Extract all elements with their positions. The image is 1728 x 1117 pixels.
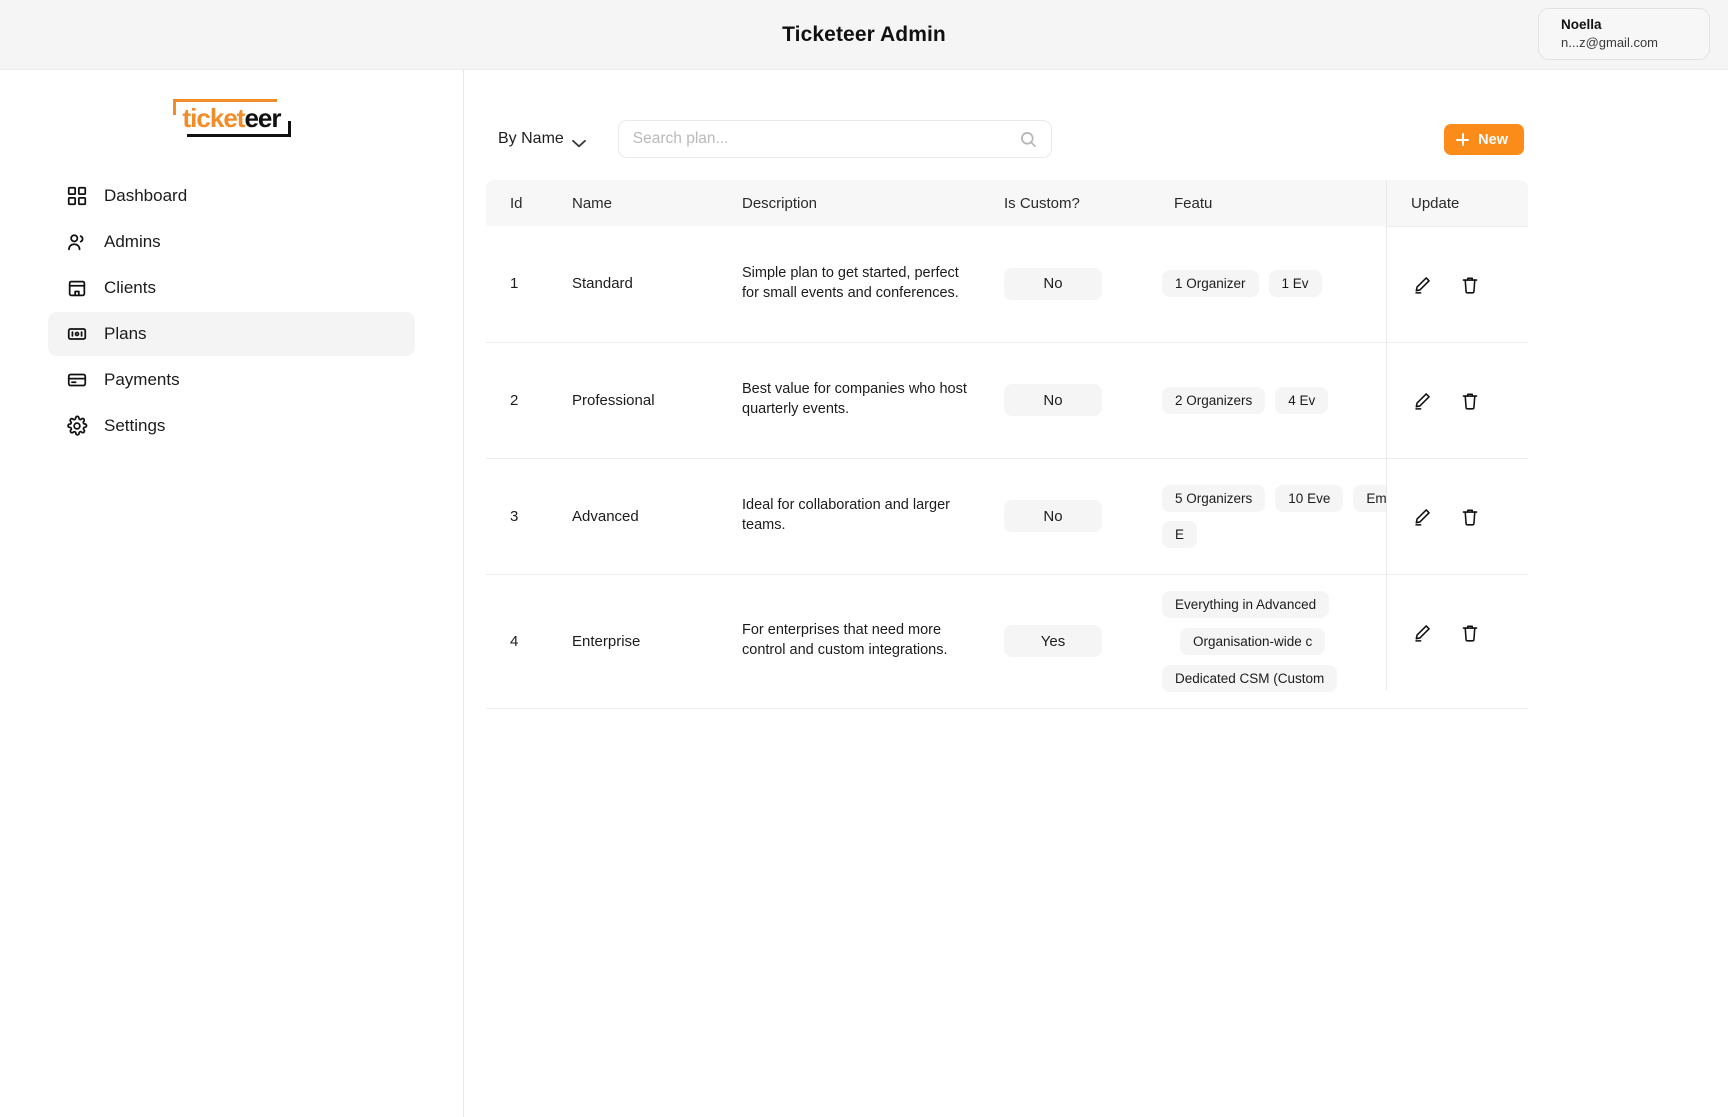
table-bottom-divider xyxy=(486,707,1528,709)
sort-by-dropdown[interactable]: By Name xyxy=(494,124,596,154)
sidebar: ticketeer Dashboard Admins Clients Plans… xyxy=(0,70,464,1117)
app-title: Ticketeer Admin xyxy=(782,22,946,46)
cell-description: Ideal for collaboration and larger teams… xyxy=(718,457,980,574)
cell-is-custom: No xyxy=(980,457,1150,574)
ticketeer-logo: ticketeer xyxy=(172,98,291,138)
table-head: Id Name Description Is Custom? Featu xyxy=(486,180,1528,226)
search-box[interactable] xyxy=(617,120,1052,158)
delete-icon[interactable] xyxy=(1459,274,1481,296)
cell-id: 1 xyxy=(510,275,519,293)
sidebar-item-dashboard[interactable]: Dashboard xyxy=(48,174,415,218)
col-header-name: Name xyxy=(548,180,718,226)
feature-tag: Everything in Advanced xyxy=(1162,590,1330,618)
col-header-id: Id xyxy=(486,180,548,226)
new-button[interactable]: New xyxy=(1444,124,1524,155)
update-column: Update xyxy=(1386,180,1528,690)
cell-name: Standard xyxy=(572,275,633,293)
ticket-icon xyxy=(66,323,88,345)
table-row[interactable]: 2 Professional Best value for companies … xyxy=(486,341,1528,458)
edit-icon[interactable] xyxy=(1411,506,1433,528)
sidebar-nav: Dashboard Admins Clients Plans Payments … xyxy=(0,174,463,448)
sidebar-item-settings[interactable]: Settings xyxy=(48,404,415,448)
plans-table: Id Name Description Is Custom? Featu 1 S… xyxy=(486,180,1528,708)
delete-icon[interactable] xyxy=(1459,622,1481,644)
sidebar-item-clients[interactable]: Clients xyxy=(48,266,415,310)
main-content: By Name New xyxy=(464,70,1728,1117)
new-button-label: New xyxy=(1478,131,1508,148)
edit-icon[interactable] xyxy=(1411,622,1433,644)
sidebar-item-label: Settings xyxy=(104,416,166,435)
account-name: Noella xyxy=(1561,17,1602,32)
delete-icon[interactable] xyxy=(1459,390,1481,412)
cell-name: Enterprise xyxy=(548,573,718,708)
top-bar: Ticketeer Admin Noella n...z@gmail.com xyxy=(0,0,1728,70)
card-icon xyxy=(66,369,88,391)
feature-tag: 1 Organizer xyxy=(1162,270,1259,298)
cell-description: For enterprises that need more control a… xyxy=(718,573,980,708)
sidebar-item-label: Plans xyxy=(104,324,147,343)
cell-id: 2 xyxy=(486,341,548,458)
chevron-down-icon xyxy=(571,135,586,147)
cell-is-custom: Yes xyxy=(980,573,1150,708)
search-input[interactable] xyxy=(632,130,1020,148)
account-email: n...z@gmail.com xyxy=(1561,35,1658,50)
toolbar: By Name New xyxy=(464,70,1728,158)
cell-id: 3 xyxy=(486,457,548,574)
col-header-update: Update xyxy=(1387,180,1528,226)
delete-icon[interactable] xyxy=(1459,506,1481,528)
page-shell: ticketeer Dashboard Admins Clients Plans… xyxy=(0,70,1728,1117)
row-actions xyxy=(1387,342,1528,458)
sidebar-item-label: Clients xyxy=(104,278,156,297)
table-row[interactable]: 1 Standard Simple plan to get started, p… xyxy=(486,226,1528,342)
grid-icon xyxy=(66,185,88,207)
col-header-is-custom: Is Custom? xyxy=(980,180,1150,226)
feature-tag: Organisation-wide c xyxy=(1180,627,1326,655)
plans-table-wrap: Id Name Description Is Custom? Featu 1 S… xyxy=(486,180,1528,708)
building-icon xyxy=(66,277,88,299)
feature-tag: E xyxy=(1162,520,1198,548)
logo-bracket-bottom xyxy=(186,121,291,137)
feature-tag: 1 Ev xyxy=(1268,270,1322,298)
table-row[interactable]: 3 Advanced Ideal for collaboration and l… xyxy=(486,457,1528,574)
col-header-description: Description xyxy=(718,180,980,226)
feature-tag: 2 Organizers xyxy=(1162,386,1266,414)
table-body: 1 Standard Simple plan to get started, p… xyxy=(486,226,1528,708)
sidebar-item-plans[interactable]: Plans xyxy=(48,312,415,356)
row-actions xyxy=(1387,574,1528,690)
is-custom-badge: No xyxy=(1004,267,1102,300)
edit-icon[interactable] xyxy=(1411,274,1433,296)
is-custom-badge: Yes xyxy=(1004,625,1102,657)
cell-name: Advanced xyxy=(548,457,718,574)
plus-icon xyxy=(1456,133,1470,146)
feature-tag: 10 Eve xyxy=(1275,484,1344,512)
is-custom-badge: No xyxy=(1004,500,1102,532)
cell-is-custom: No xyxy=(980,341,1150,458)
table-header-row: Id Name Description Is Custom? Featu xyxy=(486,180,1528,226)
users-icon xyxy=(66,231,88,253)
search-icon xyxy=(1020,131,1037,148)
feature-tag: Dedicated CSM (Custom xyxy=(1162,664,1338,692)
is-custom-badge: No xyxy=(1004,384,1102,416)
sidebar-item-payments[interactable]: Payments xyxy=(48,358,415,402)
row-actions xyxy=(1387,458,1528,574)
sort-by-label: By Name xyxy=(498,130,564,147)
sidebar-item-label: Admins xyxy=(104,232,161,251)
table-row[interactable]: 4 Enterprise For enterprises that need m… xyxy=(486,573,1528,708)
cell-description: Simple plan to get started, perfect for … xyxy=(742,265,959,301)
feature-tag: 5 Organizers xyxy=(1162,484,1266,512)
cell-id: 4 xyxy=(486,573,548,708)
cell-name: Professional xyxy=(548,341,718,458)
sidebar-item-label: Dashboard xyxy=(104,186,188,205)
sidebar-item-admins[interactable]: Admins xyxy=(48,220,415,264)
logo-bracket-top xyxy=(172,99,277,115)
gear-icon xyxy=(66,415,88,437)
logo-wrap: ticketeer xyxy=(0,98,463,138)
feature-tag: 4 Ev xyxy=(1275,386,1329,414)
cell-description: Best value for companies who host quarte… xyxy=(718,341,980,458)
sidebar-item-label: Payments xyxy=(104,370,180,389)
account-chip[interactable]: Noella n...z@gmail.com xyxy=(1538,8,1710,60)
edit-icon[interactable] xyxy=(1411,390,1433,412)
row-actions xyxy=(1387,226,1528,342)
cell-is-custom: No xyxy=(980,226,1150,342)
